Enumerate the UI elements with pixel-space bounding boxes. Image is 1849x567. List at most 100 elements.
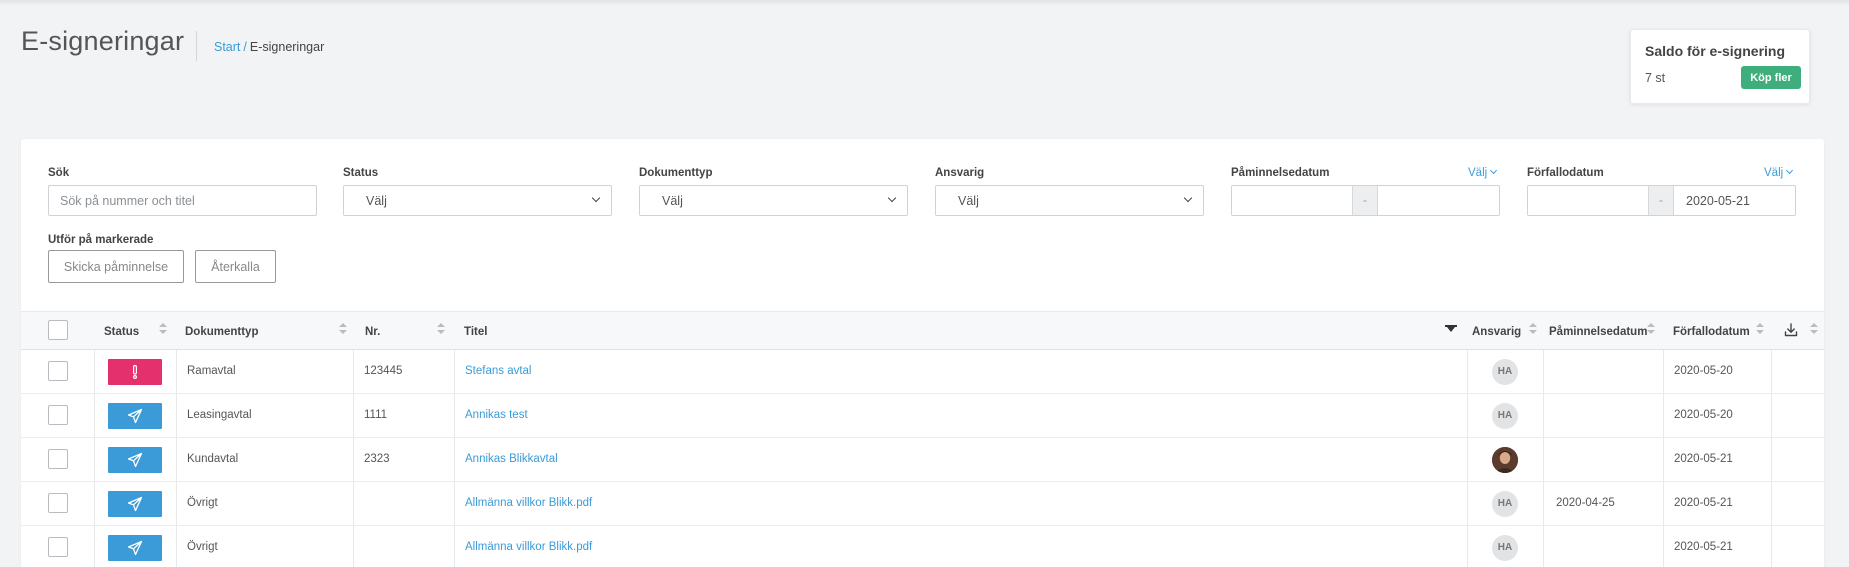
row-checkbox[interactable] [48, 361, 68, 381]
cell-text-document-type: Leasingavtal [187, 409, 252, 421]
status-sent-button[interactable] [108, 535, 162, 561]
sort-icon[interactable] [1647, 323, 1655, 337]
chevron-down-icon [591, 193, 601, 203]
cell-responsible: HA [1467, 482, 1543, 525]
document-title-link[interactable]: Allmänna villkor Blikk.pdf [465, 541, 592, 553]
cell-responsible [1467, 438, 1543, 481]
column-header-title[interactable]: Titel [456, 312, 1472, 350]
select-all-checkbox[interactable] [48, 320, 68, 340]
sort-icon[interactable] [339, 323, 347, 337]
status-sent-button[interactable] [108, 491, 162, 517]
column-header-status[interactable]: Status [94, 312, 175, 350]
top-shadow [0, 0, 1849, 6]
revoke-button[interactable]: Återkalla [195, 250, 276, 283]
send-reminder-button[interactable]: Skicka påminnelse [48, 250, 184, 283]
column-label-responsible: Ansvarig [1472, 326, 1522, 338]
sort-icon[interactable] [1756, 323, 1764, 337]
row-checkbox[interactable] [48, 405, 68, 425]
table-row[interactable]: Övrigt Allmänna villkor Blikk.pdf HA 2020-0… [21, 482, 1824, 526]
column-header-download[interactable] [1771, 312, 1824, 350]
sort-icon[interactable] [437, 323, 445, 337]
cell-download [1771, 394, 1824, 437]
column-label-status: Status [104, 326, 140, 338]
cell-due-date: 2020-05-21 [1663, 482, 1771, 525]
table-row[interactable]: Leasingavtal 1111 Annikas test HA 2020-05-20 [21, 394, 1824, 438]
chevron-down-icon [1183, 193, 1193, 203]
document-title-link[interactable]: Annikas Blikkavtal [465, 453, 558, 465]
avatar: HA [1492, 403, 1518, 429]
cell-responsible: HA [1467, 394, 1543, 437]
column-header-due-date[interactable]: Förfallodatum [1663, 312, 1771, 350]
due-date-from-input[interactable] [1528, 186, 1648, 215]
cell-download [1771, 438, 1824, 481]
row-checkbox[interactable] [48, 449, 68, 469]
column-header-responsible[interactable]: Ansvarig [1467, 312, 1543, 350]
table-header: Status Dokumenttyp Nr. Titel Ansvarig På… [21, 311, 1824, 350]
table-row[interactable]: Ramavtal 123445 Stefans avtal HA 2020-05-20 [21, 350, 1824, 394]
title-divider [196, 31, 197, 61]
breadcrumb-start-link[interactable]: Start [214, 40, 240, 54]
cell-document-type: Kundavtal [176, 438, 353, 481]
document-title-link[interactable]: Stefans avtal [465, 365, 531, 377]
reminder-date-from-input[interactable] [1232, 186, 1352, 215]
buy-more-button[interactable]: Köp fler [1741, 66, 1801, 89]
saldo-card: Saldo för e-signering 7 st Köp fler [1630, 29, 1810, 104]
table-row[interactable]: Övrigt Allmänna villkor Blikk.pdf HA 2020-0… [21, 526, 1824, 567]
cell-download [1771, 482, 1824, 525]
sort-icon[interactable] [159, 323, 167, 337]
cell-title: Allmänna villkor Blikk.pdf [454, 526, 1467, 567]
download-icon[interactable] [1784, 323, 1798, 337]
column-label-due-date: Förfallodatum [1673, 326, 1750, 338]
cell-number [353, 482, 454, 525]
reminder-date-choose-label: Välj [1468, 167, 1488, 179]
cell-text-number: 2323 [364, 453, 390, 465]
cell-number: 2323 [353, 438, 454, 481]
avatar: HA [1492, 535, 1518, 561]
breadcrumb-separator: / [243, 40, 247, 54]
row-checkbox[interactable] [48, 537, 68, 557]
document-title-link[interactable]: Allmänna villkor Blikk.pdf [465, 497, 592, 509]
due-date-choose[interactable]: Välj [1764, 166, 1794, 179]
avatar [1492, 447, 1518, 473]
column-header-reminder-date[interactable]: Påminnelsedatum [1543, 312, 1661, 350]
document-type-select[interactable]: Välj [639, 185, 908, 216]
due-date-choose-label: Välj [1764, 167, 1784, 179]
responsible-select[interactable]: Välj [935, 185, 1204, 216]
cell-reminder-date [1543, 394, 1663, 437]
status-warning-button[interactable] [108, 359, 162, 385]
due-date-to-input[interactable]: 2020-05-21 [1674, 186, 1795, 215]
column-header-document-type[interactable]: Dokumenttyp [176, 312, 353, 350]
reminder-date-label: Påminnelsedatum [1231, 167, 1330, 179]
cell-text-due-date: 2020-05-21 [1674, 453, 1733, 465]
status-select[interactable]: Välj [343, 185, 612, 216]
cell-text-due-date: 2020-05-21 [1674, 541, 1733, 553]
date-range-dash: - [1648, 186, 1674, 215]
reminder-date-choose[interactable]: Välj [1468, 166, 1498, 179]
chevron-down-icon [1490, 166, 1498, 175]
responsible-label: Ansvarig [935, 167, 985, 179]
sort-desc-icon[interactable] [1445, 325, 1457, 332]
document-title-link[interactable]: Annikas test [465, 409, 528, 421]
row-checkbox[interactable] [48, 493, 68, 513]
cell-text-document-type: Övrigt [187, 497, 218, 509]
cell-status [94, 350, 176, 393]
sort-icon[interactable] [1529, 323, 1537, 337]
column-header-number[interactable]: Nr. [355, 312, 450, 350]
main-panel: Sök Status Välj Dokumenttyp Välj Ansvari… [21, 139, 1824, 567]
cell-number: 123445 [353, 350, 454, 393]
status-sent-button[interactable] [108, 447, 162, 473]
breadcrumb-current: E-signeringar [249, 40, 325, 54]
cell-number [353, 526, 454, 567]
search-input[interactable] [48, 185, 317, 216]
status-sent-button[interactable] [108, 403, 162, 429]
reminder-date-to-input[interactable] [1378, 186, 1499, 215]
table-row[interactable]: Kundavtal 2323 Annikas Blikkavtal 2020-05-2… [21, 438, 1824, 482]
reminder-date-range: - [1231, 185, 1500, 216]
bulk-actions-label: Utför på markerade [48, 234, 154, 246]
paper-plane-icon [127, 452, 143, 468]
cell-document-type: Leasingavtal [176, 394, 353, 437]
sort-icon[interactable] [1810, 323, 1818, 337]
cell-text-due-date: 2020-05-21 [1674, 497, 1733, 509]
cell-title: Stefans avtal [454, 350, 1467, 393]
breadcrumb: Start / E-signeringar [214, 40, 324, 54]
